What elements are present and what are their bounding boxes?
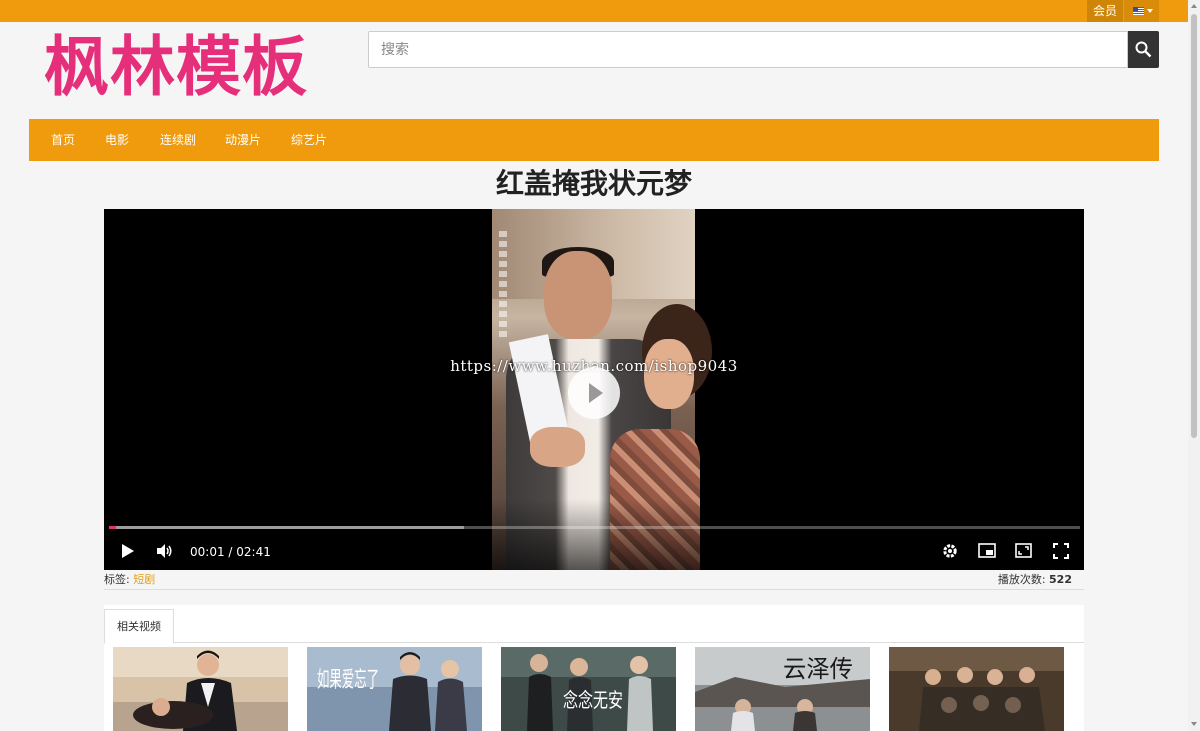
nav-item-anime[interactable]: 动漫片 [225,119,261,161]
video-player[interactable]: https://www.huzhan.com/ishop9043 00:01 /… [104,209,1084,570]
nav-item-home[interactable]: 首页 [51,119,75,161]
search-button[interactable] [1128,31,1159,68]
gear-icon[interactable] [942,543,958,559]
tags: 标签: 短剧 [104,573,156,586]
nav-item-series[interactable]: 连续剧 [160,119,196,161]
buffered-bar [109,526,465,529]
scrollbar-thumb[interactable] [1191,14,1197,438]
video-title: 红盖掩我状元梦 [495,167,692,200]
related-thumbnail[interactable] [889,647,1064,731]
related-thumbnail[interactable]: 念念无安 [501,647,676,731]
main-nav: 首页 电影 连续剧 动漫片 综艺片 [29,119,1159,161]
us-flag-icon [1133,7,1144,15]
thumb-title-1: 如果爱忘了 [317,668,379,693]
top-bar: 会员 [0,0,1188,22]
search-icon [1135,41,1152,58]
tag-link[interactable]: 短剧 [133,573,155,586]
fullscreen-icon[interactable] [1053,543,1069,559]
caret-down-icon [1147,9,1153,13]
page-scrollbar[interactable] [1188,0,1200,731]
time-display: 00:01 / 02:41 [190,545,271,559]
theater-mode-icon[interactable] [1015,543,1032,558]
related-thumbnail[interactable]: 云泽传 [695,647,870,731]
play-icon[interactable] [121,543,135,559]
big-play-button[interactable] [568,367,620,419]
nav-item-variety[interactable]: 综艺片 [291,119,327,161]
language-selector[interactable] [1124,0,1159,22]
played-bar [109,526,116,529]
volume-icon[interactable] [156,543,173,559]
related-videos: 相关视频 如果爱忘了 念念无安 云泽传 [104,605,1084,731]
nav-item-movies[interactable]: 电影 [105,119,129,161]
video-meta: 标签: 短剧 播放次数: 522 [104,570,1084,590]
scroll-up-icon[interactable] [1191,4,1197,8]
related-thumbnail[interactable]: 如果爱忘了 [307,647,482,731]
play-count: 播放次数: 522 [997,573,1072,586]
picture-in-picture-icon[interactable] [978,543,996,558]
progress-bar[interactable] [109,526,1080,529]
thumb-title-2: 念念无安 [563,688,623,712]
search-input[interactable] [368,31,1128,68]
tab-related-videos[interactable]: 相关视频 [104,609,174,644]
scroll-down-icon[interactable] [1191,722,1197,726]
site-logo[interactable]: 枫林模板 [44,26,308,110]
related-thumbnail[interactable] [113,647,288,731]
member-link[interactable]: 会员 [1087,0,1123,22]
thumb-title-3: 云泽传 [783,655,853,683]
